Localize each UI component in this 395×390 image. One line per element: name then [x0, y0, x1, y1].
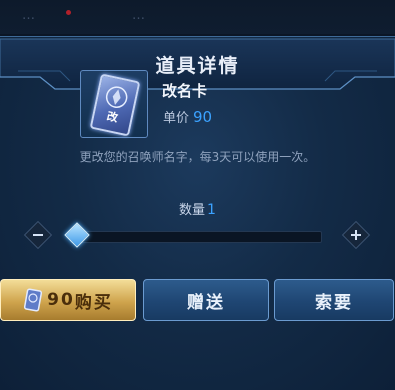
quantity-slider-track[interactable] — [70, 231, 322, 243]
item-name: 改名卡 — [162, 82, 208, 100]
background-tab-2: … — [132, 8, 146, 23]
price-label: 单价 — [163, 111, 190, 126]
quantity-label: 数量 — [179, 203, 206, 218]
background-top-bar: … … — [0, 0, 395, 34]
quantity-value: 1 — [207, 202, 216, 218]
item-description: 更改您的召唤师名字，每3天可以使用一次。 — [79, 150, 316, 164]
rename-card-icon: 改 — [89, 73, 141, 137]
plus-icon-vertical — [355, 230, 357, 240]
request-label: 索要 — [315, 292, 353, 313]
dialog-title: 道具详情 — [155, 55, 240, 77]
quantity-display: 数量 1 — [0, 199, 395, 218]
price-value: 90 — [193, 108, 213, 126]
gift-label: 赠送 — [187, 292, 225, 313]
minus-icon — [33, 234, 43, 236]
increase-quantity-button[interactable] — [341, 220, 371, 250]
notification-dot — [66, 10, 71, 15]
unit-price: 单价 90 — [163, 107, 212, 126]
gift-button[interactable]: 赠送 — [143, 279, 269, 321]
buy-label: 购买 — [74, 292, 113, 313]
background-tab-1: … — [22, 8, 36, 23]
item-icon-frame: 改 — [80, 70, 148, 138]
decrease-quantity-button[interactable] — [23, 220, 53, 250]
rename-card-mini-icon — [24, 288, 43, 312]
request-button[interactable]: 索要 — [274, 279, 394, 321]
buy-button[interactable]: 90 购买 — [0, 279, 136, 321]
buy-price: 90 — [47, 290, 75, 310]
